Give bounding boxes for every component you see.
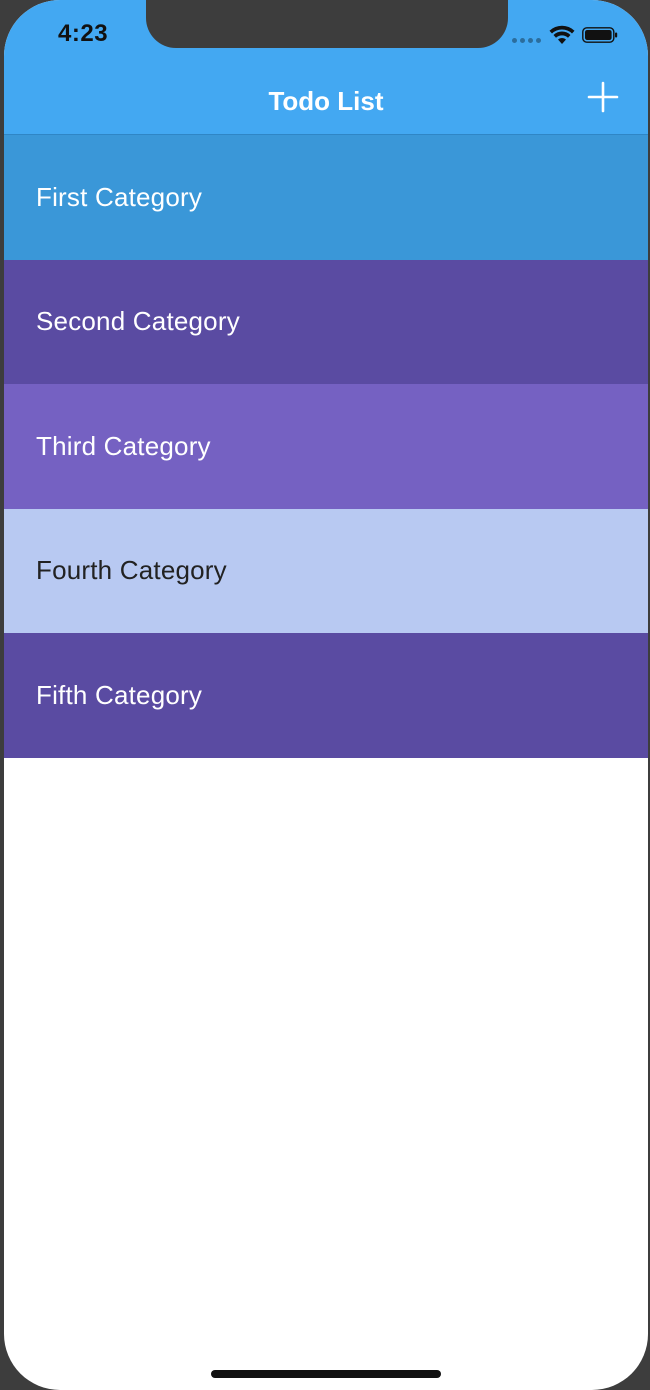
category-label: Fourth Category xyxy=(36,555,227,586)
battery-icon xyxy=(582,27,618,43)
category-label: Second Category xyxy=(36,306,240,337)
category-label: Third Category xyxy=(36,430,211,461)
status-time: 4:23 xyxy=(58,20,109,47)
category-row-second[interactable]: Second Category xyxy=(4,259,648,384)
navigation-bar: Todo List xyxy=(4,64,648,135)
category-row-third[interactable]: Third Category xyxy=(4,384,648,509)
wifi-icon xyxy=(549,25,575,44)
cellular-signal-icon xyxy=(512,38,541,43)
category-row-first[interactable]: First Category xyxy=(4,135,648,260)
category-list: First Category Second Category Third Cat… xyxy=(4,135,648,758)
home-indicator[interactable] xyxy=(211,1370,441,1378)
category-row-fifth[interactable]: Fifth Category xyxy=(4,633,648,758)
phone-screen: 4:23 Todo List First Category Second Cat… xyxy=(4,0,648,1390)
add-category-button[interactable] xyxy=(586,80,620,114)
category-label: First Category xyxy=(36,181,203,212)
page-title: Todo List xyxy=(268,86,384,116)
category-label: Fifth Category xyxy=(36,679,203,710)
category-row-fourth[interactable]: Fourth Category xyxy=(4,508,648,633)
device-notch xyxy=(146,0,508,48)
plus-icon xyxy=(587,81,619,113)
